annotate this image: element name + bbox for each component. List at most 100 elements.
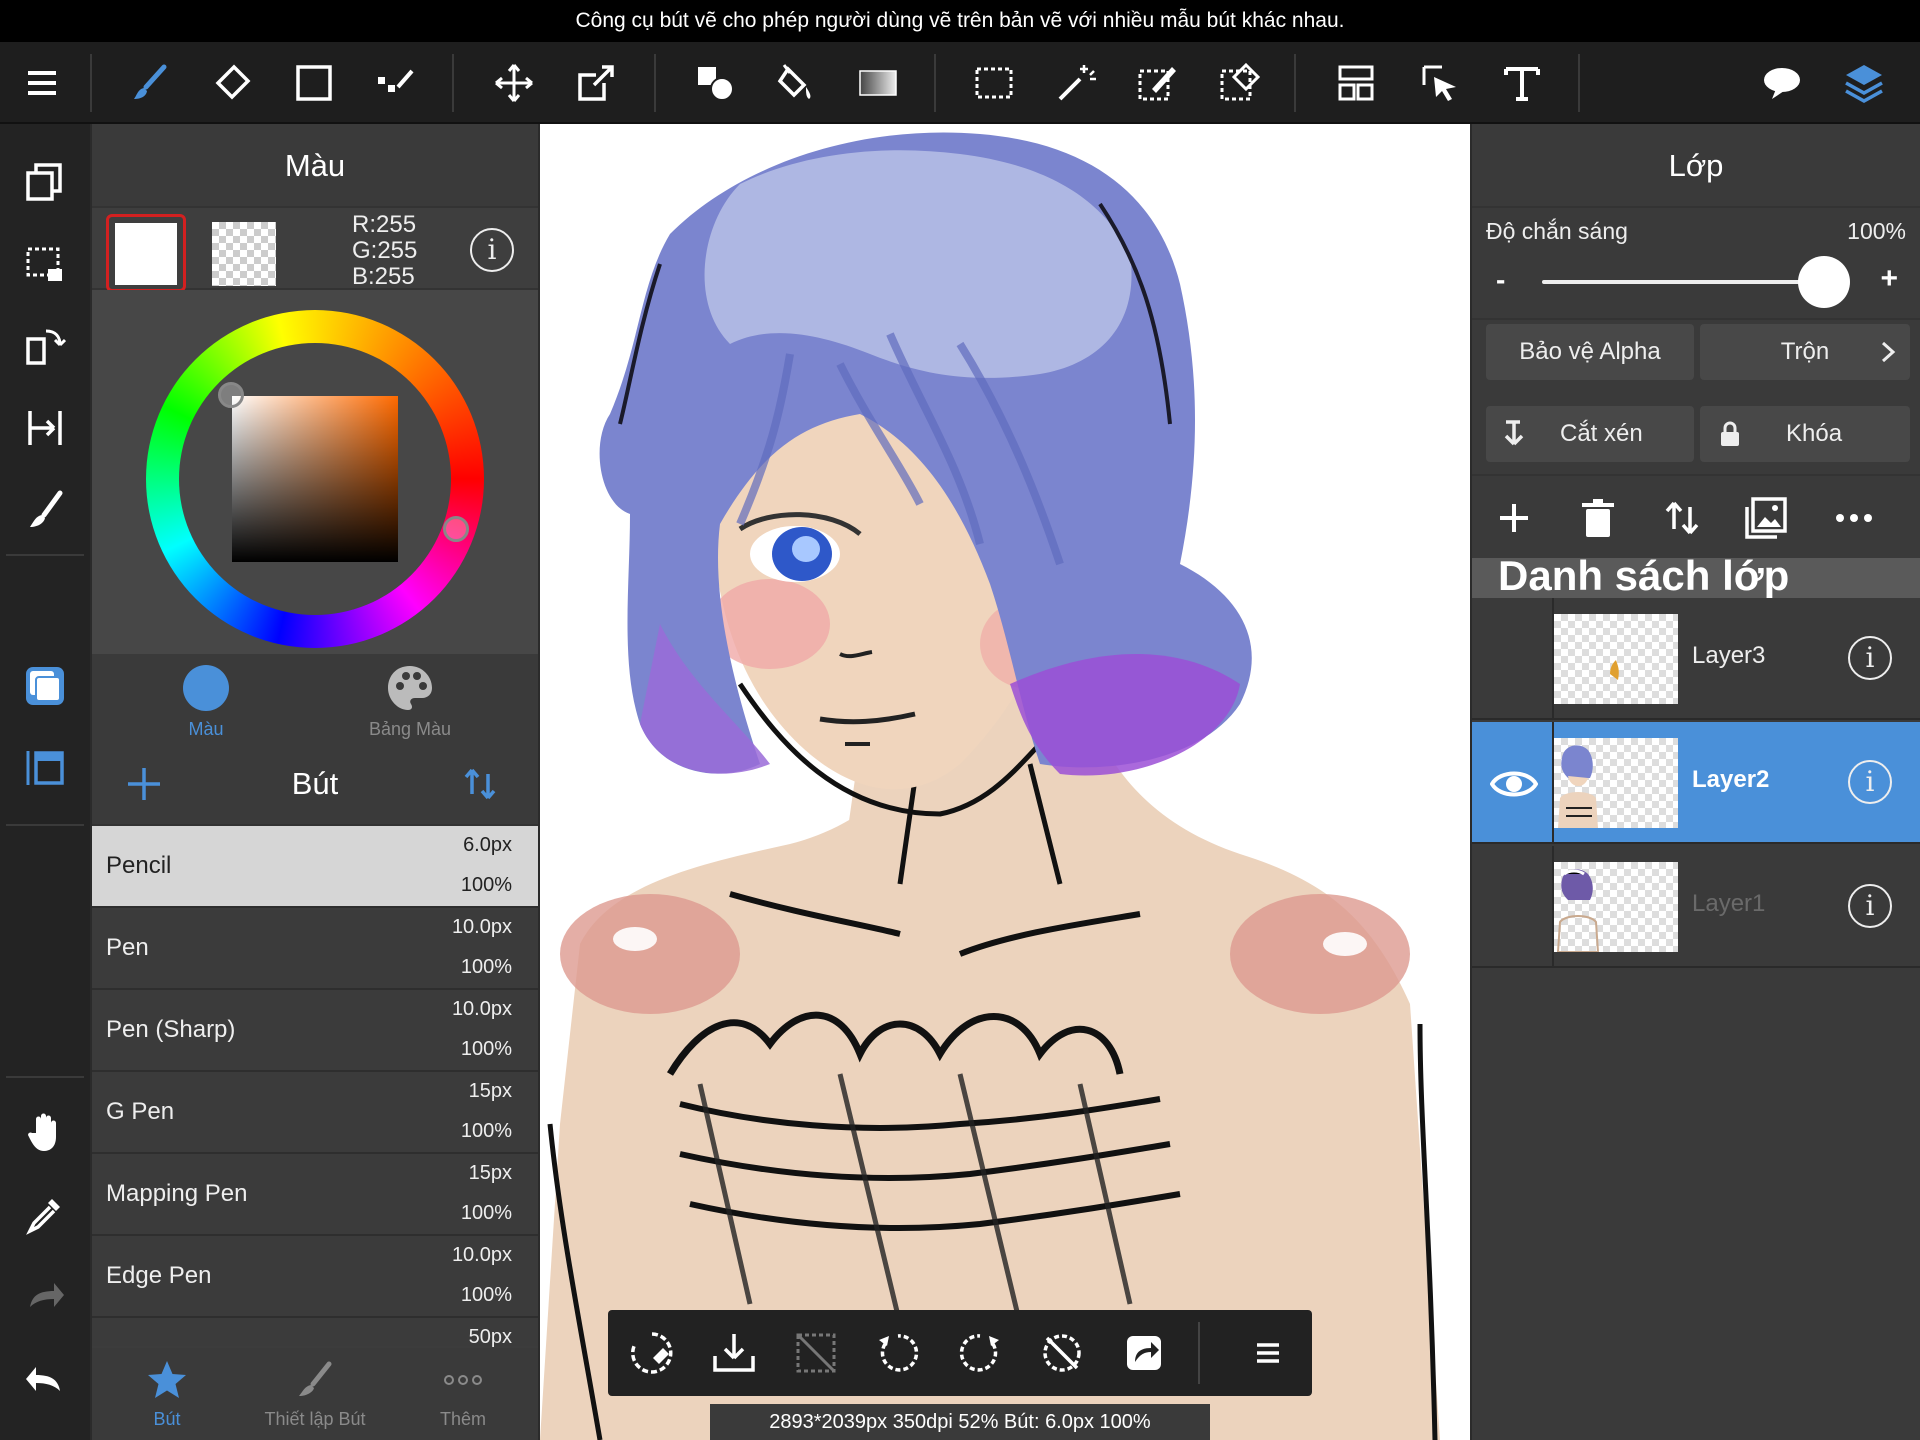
opacity-plus-button[interactable]: +: [1880, 262, 1898, 296]
brush-opacity: 100%: [460, 1038, 512, 1060]
hue-handle[interactable]: [443, 516, 469, 542]
tab-more[interactable]: Thêm: [388, 1348, 538, 1440]
hand-tool-button[interactable]: [0, 1094, 90, 1170]
tab-brush[interactable]: Bút: [92, 1348, 242, 1440]
selection-eraser-icon: [1220, 62, 1261, 101]
clear-icon: [631, 1332, 673, 1374]
alpha-protect-button[interactable]: Bảo vệ Alpha: [1486, 324, 1694, 380]
brush-item-pen-sharp[interactable]: Pen (Sharp) 10.0px 100%: [92, 990, 538, 1072]
gradient-tool-button[interactable]: [842, 42, 914, 124]
brush-item-edge-pen[interactable]: Edge Pen 10.0px 100%: [92, 1236, 538, 1318]
rotate-left-button[interactable]: [858, 1310, 938, 1396]
layer-panel-title: Lớp: [1472, 124, 1920, 208]
trash-icon: [1582, 499, 1614, 537]
share-button[interactable]: [1104, 1310, 1184, 1396]
select-eraser-button[interactable]: [1204, 42, 1276, 124]
brush-item-pencil[interactable]: Pencil 6.0px 100%: [92, 826, 538, 908]
clear-button[interactable]: [612, 1310, 692, 1396]
sort-icon[interactable]: [460, 764, 500, 804]
magic-wand-button[interactable]: [1040, 42, 1112, 124]
select-tool-button[interactable]: [958, 42, 1030, 124]
brush-tool-button[interactable]: [114, 42, 186, 124]
reset-rotation-button[interactable]: [1022, 1310, 1102, 1396]
gradient-icon: [859, 70, 897, 96]
dot-tool-button[interactable]: [360, 42, 432, 124]
transparent-swatch[interactable]: [212, 222, 276, 286]
frame-divider-button[interactable]: [1320, 42, 1392, 124]
move-tool-button[interactable]: [478, 42, 550, 124]
opacity-minus-button[interactable]: -: [1496, 264, 1505, 296]
layer-row-layer3[interactable]: Layer3 i: [1472, 598, 1920, 720]
opacity-slider-knob[interactable]: [1798, 256, 1850, 308]
brush-panel-toggle[interactable]: [0, 730, 90, 806]
layers-toggle-button[interactable]: [1828, 42, 1900, 124]
rotate-right-button[interactable]: [940, 1310, 1020, 1396]
select-pen-button[interactable]: [1122, 42, 1194, 124]
clipping-label: Cắt xén: [1560, 420, 1643, 447]
brush-item-partial[interactable]: 50px: [92, 1318, 538, 1348]
redo-button[interactable]: [0, 1258, 90, 1334]
layer-name: Layer3: [1692, 642, 1766, 669]
color-info-icon[interactable]: i: [470, 228, 514, 272]
foreground-swatch[interactable]: [106, 214, 186, 292]
eyedropper-button[interactable]: [0, 1176, 90, 1252]
deselect-button[interactable]: [776, 1310, 856, 1396]
shapes-icon: [698, 67, 734, 101]
download-icon: [713, 1334, 755, 1372]
add-layer-button[interactable]: [1482, 486, 1546, 550]
brush-item-g-pen[interactable]: G Pen 15px 100%: [92, 1072, 538, 1154]
brush-item-pen[interactable]: Pen 10.0px 100%: [92, 908, 538, 990]
artwork-illustration: [540, 132, 1440, 1440]
drawing-canvas[interactable]: [540, 124, 1470, 1440]
clipping-button[interactable]: Cắt xén: [1486, 406, 1694, 462]
selection-menu-button[interactable]: [0, 226, 90, 302]
quick-menu-button[interactable]: [1228, 1310, 1308, 1396]
save-button[interactable]: [694, 1310, 774, 1396]
selection-icon: [26, 247, 62, 281]
brush-settings-button[interactable]: [0, 472, 90, 548]
shape-tool-button[interactable]: [278, 42, 350, 124]
delete-layer-button[interactable]: [1566, 486, 1630, 550]
opacity-slider[interactable]: [1542, 280, 1832, 284]
rotate-canvas-button[interactable]: [0, 308, 90, 384]
visibility-eye-icon[interactable]: [1490, 762, 1538, 806]
chevron-right-icon: [1881, 341, 1896, 363]
redo-icon: [30, 1283, 64, 1307]
tab-color[interactable]: Màu: [106, 654, 306, 742]
layer-row-layer1[interactable]: Layer1 i: [1472, 846, 1920, 968]
lock-button[interactable]: Khóa: [1700, 406, 1910, 462]
bucket-tool-button[interactable]: [760, 42, 832, 124]
color-panel-toggle[interactable]: [0, 648, 90, 724]
blend-mode-label: Trộn: [1780, 338, 1830, 365]
hamburger-icon: [1257, 1343, 1279, 1363]
text-tool-button[interactable]: [1486, 42, 1558, 124]
eraser-tool-button[interactable]: [196, 42, 268, 124]
tab-brush-settings[interactable]: Thiết lập Bút: [240, 1348, 390, 1440]
flip-button[interactable]: [0, 390, 90, 466]
operation-tool-button[interactable]: [1404, 42, 1476, 124]
layer-more-button[interactable]: [1822, 486, 1886, 550]
color-circle-icon: [183, 665, 229, 711]
layer-image-button[interactable]: [1734, 486, 1798, 550]
sv-handle[interactable]: [218, 382, 244, 408]
layer-row-layer2[interactable]: Layer2 i: [1472, 722, 1920, 844]
blend-mode-button[interactable]: Trộn: [1700, 324, 1910, 380]
brush-item-mapping-pen[interactable]: Mapping Pen 15px 100%: [92, 1154, 538, 1236]
color-wheel-area: [92, 290, 538, 654]
comment-button[interactable]: [1746, 42, 1818, 124]
brush-size: 10.0px: [451, 998, 512, 1020]
transform-tool-button[interactable]: [560, 42, 632, 124]
reorder-layer-button[interactable]: [1650, 486, 1714, 550]
layer-info-icon[interactable]: i: [1848, 884, 1892, 928]
brush-size: 50px: [468, 1326, 512, 1348]
layer-copy-button[interactable]: [0, 144, 90, 220]
menu-button[interactable]: [6, 42, 78, 124]
layer-info-icon[interactable]: i: [1848, 636, 1892, 680]
fill-shape-tool-button[interactable]: [680, 42, 752, 124]
layer-info-icon[interactable]: i: [1848, 760, 1892, 804]
saturation-value-square[interactable]: [232, 396, 398, 562]
layer-name: Layer2: [1692, 766, 1770, 793]
color-tabs: Màu Bảng Màu: [92, 654, 538, 742]
undo-button[interactable]: [0, 1340, 90, 1416]
tab-palette[interactable]: Bảng Màu: [310, 654, 510, 742]
